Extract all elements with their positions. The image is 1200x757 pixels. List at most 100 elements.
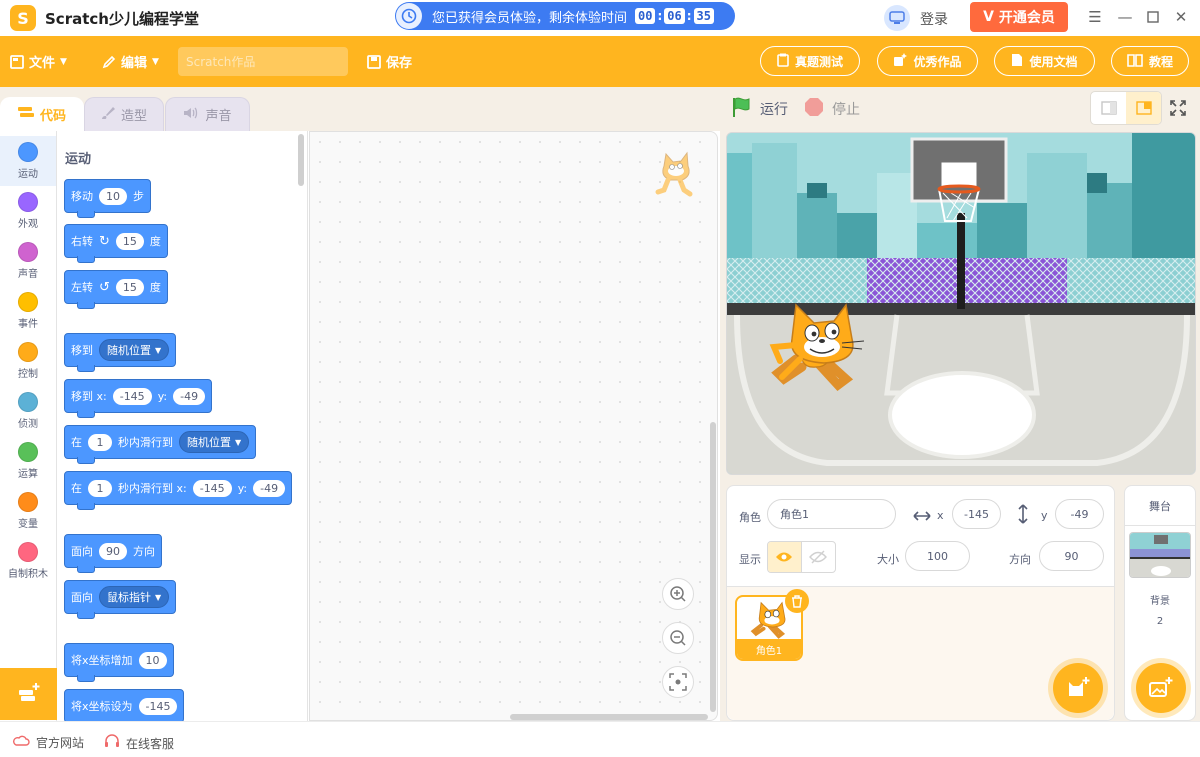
speaker-icon <box>183 106 199 124</box>
block-dropdown[interactable]: 随机位置 ▼ <box>179 431 250 453</box>
category-control[interactable]: 控制 <box>0 336 56 386</box>
block-dropdown[interactable]: 鼠标指针 ▼ <box>99 586 170 608</box>
block-glide-xy[interactable]: 在 1 秒内滑行到 x: -145 y: -49 <box>64 471 293 510</box>
block-goto[interactable]: 移到 随机位置 ▼ <box>64 333 177 372</box>
block-text: y: <box>157 389 168 403</box>
add-extension-button[interactable] <box>0 668 57 720</box>
block-palette[interactable]: 运动 移动 10 步 右转 ↻ 15 度 左转 ↺ 15 度 移到 随机位置 ▼ … <box>57 131 308 721</box>
save-button[interactable]: 保存 <box>367 52 412 71</box>
direction-input[interactable]: 90 <box>1039 541 1104 571</box>
add-sprite-button[interactable] <box>1053 663 1103 713</box>
edit-menu[interactable]: 编辑 ▼ <box>102 52 159 71</box>
login-link[interactable]: 登录 <box>920 9 948 29</box>
large-stage-button[interactable] <box>1126 92 1161 124</box>
menu-icon[interactable]: ☰ <box>1084 6 1106 28</box>
block-turn-right[interactable]: 右转 ↻ 15 度 <box>64 224 168 263</box>
clipboard-icon <box>777 53 789 70</box>
tab-sounds[interactable]: 声音 <box>165 97 250 131</box>
fullscreen-button[interactable] <box>1166 96 1190 120</box>
block-input[interactable]: 1 <box>88 479 112 497</box>
cloud-icon <box>12 735 30 750</box>
block-goto-xy[interactable]: 移到 x: -145 y: -49 <box>64 379 213 418</box>
delete-sprite-button[interactable] <box>785 589 809 613</box>
block-change-x[interactable]: 将x坐标增加 10 <box>64 643 174 682</box>
block-input[interactable]: 15 <box>115 278 144 296</box>
category-label: 变量 <box>18 519 38 530</box>
close-icon[interactable]: ✕ <box>1170 6 1192 28</box>
tutorial-button[interactable]: 教程 <box>1111 46 1189 76</box>
block-turn-left[interactable]: 左转 ↺ 15 度 <box>64 270 168 309</box>
online-service-link[interactable]: 在线客服 <box>104 734 174 753</box>
category-operators[interactable]: 运算 <box>0 436 56 486</box>
block-move-steps[interactable]: 移动 10 步 <box>64 179 151 218</box>
block-input[interactable]: 1 <box>88 433 112 451</box>
block-point-direction[interactable]: 面向 90 方向 <box>64 534 162 573</box>
block-input[interactable]: -49 <box>253 479 286 497</box>
clock-icon <box>396 3 422 29</box>
block-input[interactable]: -145 <box>112 387 152 405</box>
featured-works-button[interactable]: 优秀作品 <box>877 46 978 76</box>
tab-code[interactable]: 代码 <box>0 97 84 131</box>
sprite-name-label: 角色 <box>739 511 761 524</box>
y-position-input[interactable]: -49 <box>1055 499 1104 529</box>
size-input[interactable]: 100 <box>905 541 970 571</box>
block-input[interactable]: -145 <box>138 697 178 715</box>
maximize-icon[interactable] <box>1142 6 1164 28</box>
stop-icon[interactable] <box>804 97 824 121</box>
block-input[interactable]: 10 <box>99 187 127 205</box>
rotate-left-icon: ↺ <box>99 279 110 295</box>
vip-button[interactable]: V 开通会员 <box>970 2 1068 32</box>
category-my-blocks[interactable]: 自制积木 <box>0 536 56 586</box>
workspace-vertical-scrollbar[interactable] <box>710 422 716 712</box>
script-workspace[interactable] <box>309 131 718 721</box>
backdrop-thumbnail[interactable] <box>1129 532 1191 578</box>
palette-scrollbar[interactable] <box>298 134 304 186</box>
tab-costumes[interactable]: 造型 <box>84 97 164 131</box>
block-dropdown[interactable]: 随机位置 ▼ <box>99 339 170 361</box>
zoom-in-icon <box>670 586 686 602</box>
vip-label: 开通会员 <box>998 10 1055 26</box>
stop-label[interactable]: 停止 <box>832 99 860 119</box>
block-text: 秒内滑行到 <box>118 436 173 449</box>
small-stage-button[interactable] <box>1091 92 1126 124</box>
category-motion[interactable]: 运动 <box>0 136 56 186</box>
official-site-label: 官方网站 <box>36 736 85 750</box>
block-set-x[interactable]: 将x坐标设为 -145 <box>64 689 185 721</box>
block-input[interactable]: -145 <box>192 479 232 497</box>
online-service-label: 在线客服 <box>126 737 175 751</box>
block-point-towards[interactable]: 面向 鼠标指针 ▼ <box>64 580 177 619</box>
trial-banner[interactable]: 您已获得会员体验，剩余体验时间 00 : 06 : 35 <box>395 2 735 30</box>
exam-test-button[interactable]: 真题测试 <box>760 46 860 76</box>
x-position-input[interactable]: -145 <box>952 499 1001 529</box>
large-stage-icon <box>1135 101 1152 115</box>
docs-button[interactable]: 使用文档 <box>994 46 1095 76</box>
workspace-horizontal-scrollbar[interactable] <box>510 714 708 720</box>
block-input[interactable]: -49 <box>173 387 206 405</box>
show-sprite-button[interactable] <box>768 542 802 572</box>
category-sound[interactable]: 声音 <box>0 236 56 286</box>
user-avatar-icon[interactable] <box>884 5 910 31</box>
zoom-in-button[interactable] <box>662 578 694 610</box>
file-menu[interactable]: 文件 ▼ <box>10 52 67 71</box>
block-input[interactable]: 10 <box>138 651 167 669</box>
project-title-input[interactable] <box>178 47 348 76</box>
add-backdrop-button[interactable] <box>1136 663 1186 713</box>
stage[interactable] <box>726 132 1196 475</box>
category-events[interactable]: 事件 <box>0 286 56 336</box>
block-glide-to[interactable]: 在 1 秒内滑行到 随机位置 ▼ <box>64 425 257 464</box>
green-flag-icon[interactable] <box>730 96 752 122</box>
official-site-link[interactable]: 官方网站 <box>12 734 84 751</box>
zoom-out-button[interactable] <box>662 622 694 654</box>
zoom-reset-button[interactable] <box>662 666 694 698</box>
block-input[interactable]: 15 <box>115 232 144 250</box>
minimize-icon[interactable]: — <box>1114 6 1136 28</box>
run-label[interactable]: 运行 <box>760 99 788 119</box>
block-categories: 运动 外观 声音 事件 控制 侦测 运算 变量 自制积木 <box>0 131 57 721</box>
sprite-name-input[interactable]: 角色1 <box>767 499 896 529</box>
block-input[interactable]: 90 <box>99 542 127 560</box>
category-variables[interactable]: 变量 <box>0 486 56 536</box>
category-sensing[interactable]: 侦测 <box>0 386 56 436</box>
hide-sprite-button[interactable] <box>802 542 836 572</box>
category-label: 外观 <box>18 219 38 230</box>
category-looks[interactable]: 外观 <box>0 186 56 236</box>
